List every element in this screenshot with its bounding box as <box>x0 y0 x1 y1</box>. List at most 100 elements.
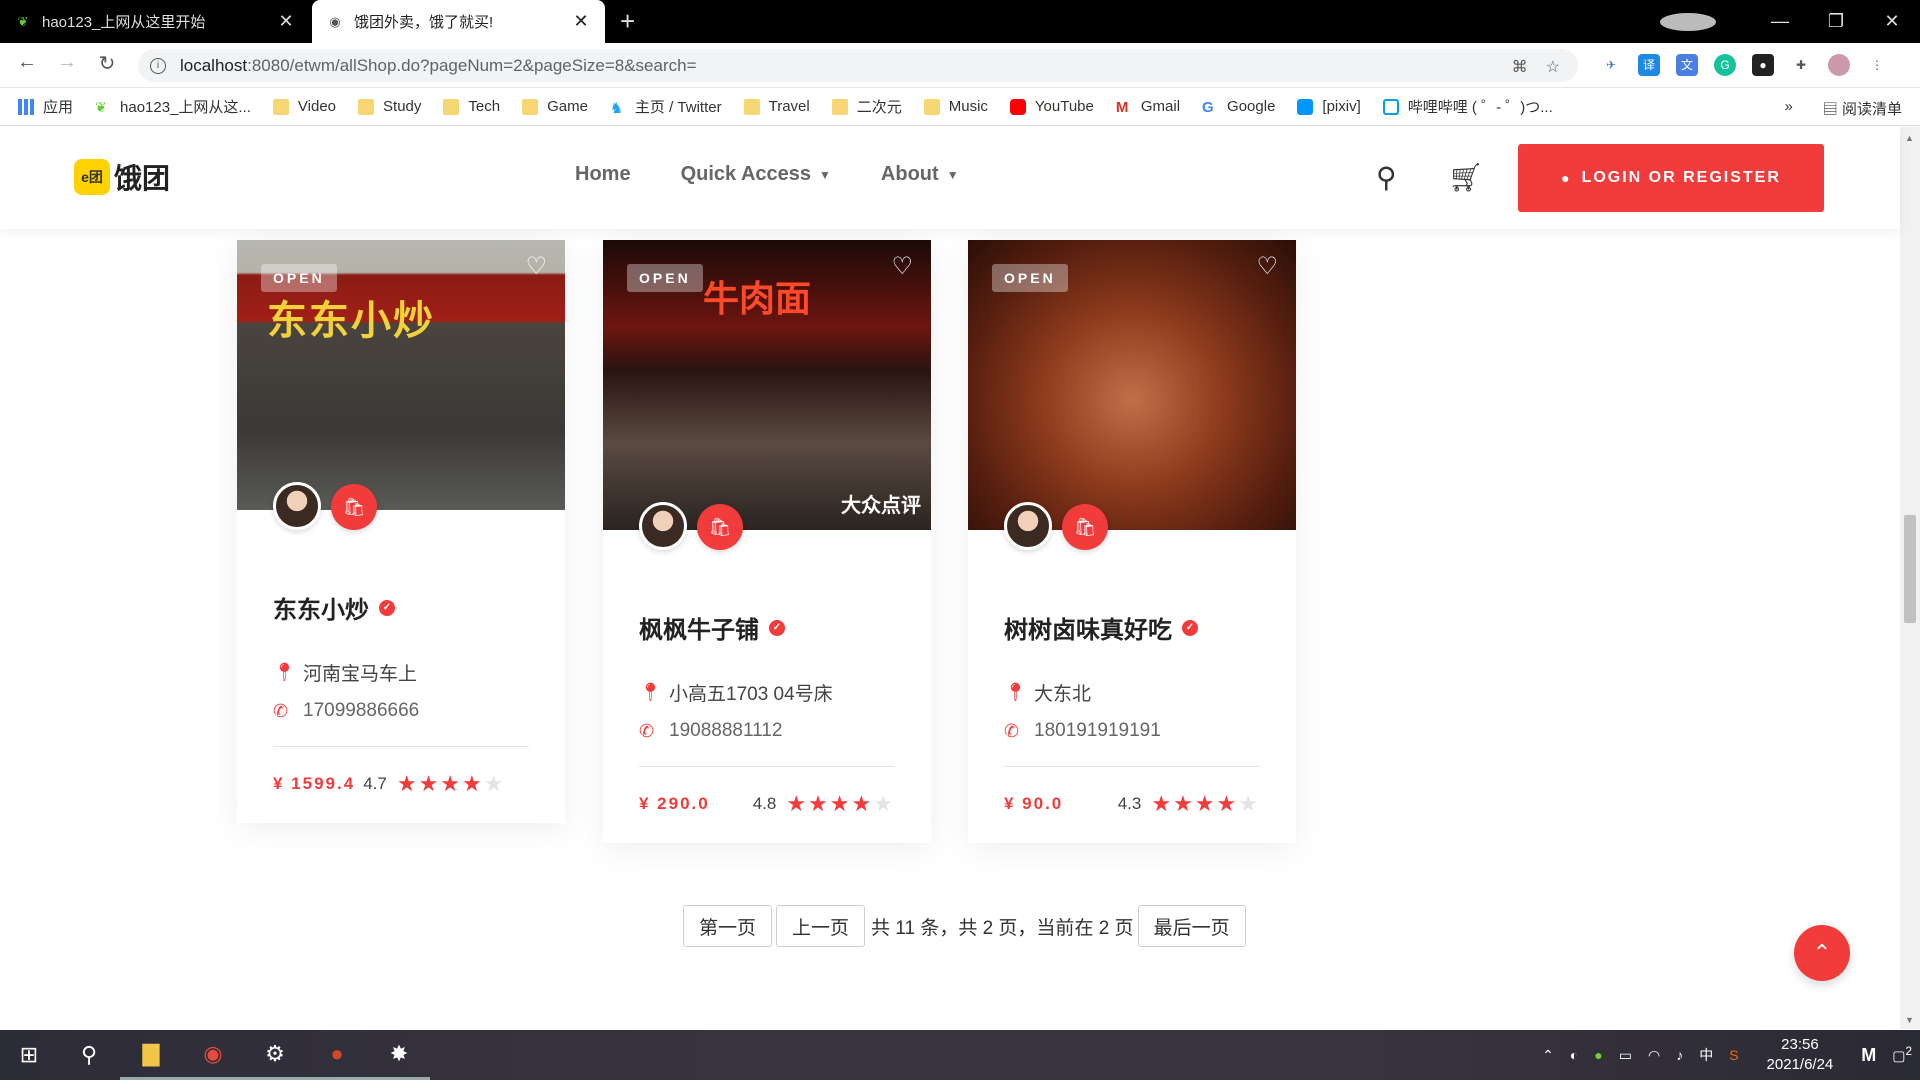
reload-icon[interactable]: ↻ <box>92 51 122 76</box>
nav-label: Home <box>575 163 631 185</box>
heart-icon[interactable]: ♡ <box>1256 252 1278 281</box>
nav-about[interactable]: About ▼ <box>881 163 959 186</box>
globe-icon: ◉ <box>329 13 341 29</box>
profile-avatar-icon[interactable] <box>1828 54 1850 76</box>
bookmark-youtube[interactable]: YouTube <box>1009 98 1094 115</box>
ime-indicator[interactable]: 中 <box>1699 1045 1713 1065</box>
notifications-icon[interactable]: ▢2 <box>1892 1045 1912 1065</box>
extensions-puzzle-icon[interactable]: ✚ <box>1790 54 1812 76</box>
shop-name[interactable]: 树树卤味真好吃 ✓ <box>1004 610 1260 645</box>
basket-icon[interactable]: 🛍︎ <box>1062 504 1108 550</box>
bookmark-travel[interactable]: Travel <box>743 98 810 115</box>
bookmark-music[interactable]: Music <box>923 98 988 115</box>
wifi-icon[interactable]: ◠ <box>1648 1047 1660 1064</box>
heart-icon[interactable]: ♡ <box>891 252 913 281</box>
bookmark-apps[interactable]: 应用 <box>18 96 73 117</box>
scrollbar-thumb[interactable] <box>1904 515 1916 623</box>
extension-tampermonkey-icon[interactable]: ● <box>1752 54 1774 76</box>
nav-home[interactable]: Home <box>575 163 631 186</box>
restore-button[interactable]: ❐ <box>1808 11 1864 32</box>
bookmark-star-icon[interactable]: ☆ <box>1546 57 1560 77</box>
shop-card[interactable]: OPEN ♡ 🛍︎ 树树卤味真好吃 ✓ 📍︎ 大东北 ✆ 180191919191 ¥… <box>968 240 1296 843</box>
bookmark-label: Tech <box>468 98 501 115</box>
back-icon[interactable]: ← <box>12 51 42 74</box>
shop-image[interactable]: 东东小炒 OPEN ♡ <box>237 240 565 510</box>
close-tab-icon[interactable]: ✕ <box>571 11 591 32</box>
bookmark-anime[interactable]: 二次元 <box>831 96 902 117</box>
shop-name[interactable]: 东东小炒 ✓ <box>273 590 529 625</box>
bookmark-video[interactable]: Video <box>272 98 336 115</box>
shop-card[interactable]: 东东小炒 OPEN ♡ 🛍︎ 东东小炒 ✓ 📍︎ 河南宝马车上 ✆ 170998866… <box>237 240 565 823</box>
chrome-icon[interactable]: ◉ <box>182 1030 244 1080</box>
game-app-icon[interactable]: ✸ <box>368 1030 430 1080</box>
bookmark-study[interactable]: Study <box>358 98 421 115</box>
battery-icon[interactable]: ▭ <box>1619 1047 1632 1064</box>
close-window-button[interactable]: ✕ <box>1864 11 1920 32</box>
bookmark-pixiv[interactable]: [pixiv] <box>1297 98 1361 115</box>
notification-count: 2 <box>1905 1045 1912 1059</box>
scroll-down-arrow[interactable]: ▼ <box>1905 1015 1914 1025</box>
back-to-top-button[interactable]: ⌃ <box>1794 925 1850 981</box>
reading-list-button[interactable]: ▤ 阅读清单 <box>1823 98 1902 119</box>
shop-address: 📍︎ 大东北 <box>1004 679 1260 706</box>
basket-icon[interactable]: 🛍︎ <box>697 504 743 550</box>
minimize-button[interactable]: — <box>1752 11 1808 32</box>
owner-avatar[interactable] <box>1004 502 1052 550</box>
bookmark-label: 应用 <box>43 99 74 116</box>
powerpoint-icon[interactable]: ● <box>306 1030 368 1080</box>
search-icon[interactable]: ⚲ <box>1376 161 1397 194</box>
bookmark-hao123[interactable]: ❦ hao123_上网从这... <box>95 96 251 117</box>
star-filled-icon: ★ <box>786 791 807 816</box>
extension-google-translate-icon[interactable]: 文 <box>1676 54 1698 76</box>
file-explorer-icon[interactable]: ▇ <box>120 1030 182 1080</box>
volume-icon[interactable]: ♪ <box>1676 1047 1683 1063</box>
qq-icon[interactable]: ◐ <box>1570 1047 1578 1063</box>
clock[interactable]: 23:56 2021/6/24 <box>1767 1035 1834 1075</box>
extension-translate-icon[interactable]: 译 <box>1638 54 1660 76</box>
shop-image[interactable]: 牛肉面 大众点评 OPEN ♡ <box>603 240 931 530</box>
settings-app-icon[interactable]: ⚙ <box>244 1030 306 1080</box>
heart-icon[interactable]: ♡ <box>525 252 547 281</box>
owner-avatar[interactable] <box>639 502 687 550</box>
cart-icon[interactable]: 🛒︎ <box>1448 161 1484 194</box>
owner-avatar[interactable] <box>273 482 321 530</box>
url-input[interactable]: i localhost:8080/etwm/allShop.do?pageNum… <box>138 49 1578 82</box>
bookmark-game[interactable]: Game <box>522 98 588 115</box>
scroll-up-arrow[interactable]: ▲ <box>1905 133 1914 143</box>
close-tab-icon[interactable]: ✕ <box>276 11 296 32</box>
site-info-icon[interactable]: i <box>150 57 166 74</box>
extension-bird-icon[interactable]: ✈ <box>1600 54 1622 76</box>
forward-icon[interactable]: → <box>52 51 82 74</box>
site-logo[interactable]: e团 饿团 <box>74 157 170 197</box>
bookmark-google[interactable]: G Google <box>1202 98 1275 116</box>
nav-quick-access[interactable]: Quick Access ▼ <box>681 163 831 186</box>
page-scrollbar[interactable]: ▲ ▼ <box>1900 127 1920 1029</box>
shop-card[interactable]: 牛肉面 大众点评 OPEN ♡ 🛍︎ 枫枫牛子铺 ✓ 📍︎ 小高五1703 04号床… <box>603 240 931 843</box>
first-page-button[interactable]: 第一页 <box>683 905 773 947</box>
tray-expand-icon[interactable]: ⌃ <box>1542 1047 1554 1064</box>
tray-app-icon[interactable]: ● <box>1594 1047 1602 1063</box>
profile-menu-icon[interactable] <box>1660 12 1716 31</box>
bookmark-tech[interactable]: Tech <box>443 98 500 115</box>
shop-image[interactable]: OPEN ♡ <box>968 240 1296 530</box>
bookmark-label: Music <box>948 98 988 115</box>
translate-icon[interactable]: ⌘ <box>1512 57 1528 77</box>
shop-name[interactable]: 枫枫牛子铺 ✓ <box>639 610 895 645</box>
tab-hao123[interactable]: ❦ hao123_上网从这里开始 ✕ <box>0 0 310 43</box>
basket-icon[interactable]: 🛍︎ <box>331 484 377 530</box>
login-register-button[interactable]: ● LOGIN OR REGISTER <box>1518 144 1824 212</box>
windows-start-icon[interactable]: ⊞ <box>0 1030 58 1080</box>
extension-grammarly-icon[interactable]: G <box>1714 54 1736 76</box>
sogou-ime-icon[interactable]: S <box>1729 1047 1738 1063</box>
mx-icon[interactable]: M <box>1861 1045 1876 1066</box>
tab-eletuan[interactable]: ◉ 饿团外卖，饿了就买! ✕ <box>312 0 605 43</box>
chrome-menu-icon[interactable]: ⋮ <box>1866 54 1888 76</box>
more-bookmarks-button[interactable]: » <box>1784 98 1792 119</box>
bookmark-bilibili[interactable]: 哔哩哔哩 ( ゜- ゜)つ... <box>1382 96 1553 117</box>
bookmark-twitter[interactable]: ♞ 主页 / Twitter <box>610 96 722 117</box>
new-tab-button[interactable]: + <box>620 6 635 37</box>
last-page-button[interactable]: 最后一页 <box>1137 905 1246 947</box>
prev-page-button[interactable]: 上一页 <box>776 905 866 947</box>
bookmark-gmail[interactable]: M Gmail <box>1116 98 1180 116</box>
search-icon[interactable]: ⚲ <box>58 1030 120 1080</box>
